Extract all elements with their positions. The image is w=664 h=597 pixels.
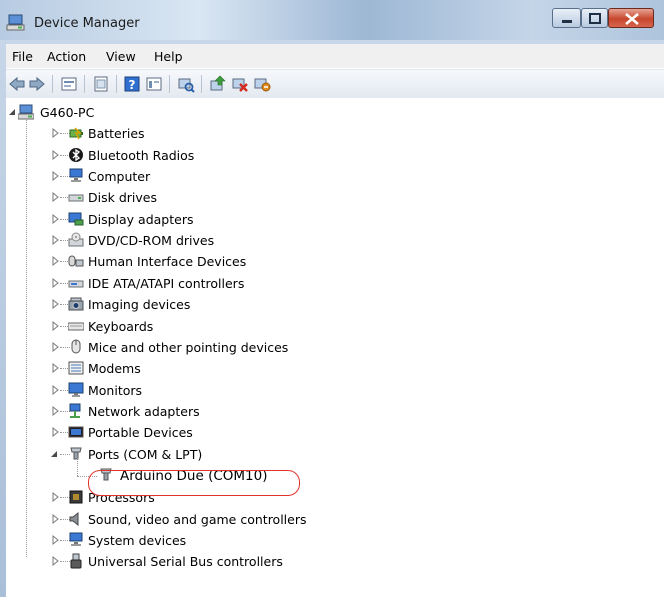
expand-icon[interactable] — [52, 513, 60, 524]
minimize-icon — [562, 20, 572, 23]
network-adapter-icon — [69, 403, 81, 418]
maximize-button[interactable] — [581, 8, 608, 28]
computer-icon — [18, 104, 34, 120]
tree-item-label: IDE ATA/ATAPI controllers — [88, 275, 245, 291]
dvd-drive-icon — [68, 232, 84, 247]
expand-icon[interactable] — [52, 277, 60, 288]
expand-icon[interactable] — [52, 235, 60, 246]
portable-device-icon — [68, 426, 84, 438]
usb-icon — [70, 553, 82, 569]
expand-icon[interactable] — [52, 556, 60, 567]
tree-item-label: DVD/CD-ROM drives — [88, 233, 215, 249]
toolbar-separator — [84, 75, 85, 93]
expand-icon[interactable] — [52, 427, 60, 438]
toolbar-separator — [116, 75, 117, 93]
forward-icon[interactable] — [28, 75, 46, 93]
modem-icon — [68, 361, 84, 375]
tree-item-label: Network adapters — [88, 403, 200, 419]
help-icon[interactable]: ? — [123, 75, 141, 93]
collapse-icon[interactable] — [50, 449, 58, 459]
tree-item-label: Batteries — [88, 126, 145, 142]
expand-icon[interactable] — [52, 384, 60, 395]
expand-icon[interactable] — [52, 341, 60, 352]
maximize-icon — [589, 13, 601, 24]
device-manager-window: Device Manager File Action View Help ? G… — [0, 0, 664, 597]
toolbar: ? — [6, 69, 664, 99]
expand-icon[interactable] — [52, 171, 60, 182]
tree-guide-line — [77, 457, 78, 476]
menu-bar: File Action View Help — [6, 44, 664, 68]
expand-icon[interactable] — [52, 405, 60, 416]
tree-item-label: Mice and other pointing devices — [88, 339, 289, 355]
expand-icon[interactable] — [52, 363, 60, 374]
client-area: File Action View Help ? G460-PC Batteries… — [6, 44, 664, 597]
device-manager-icon — [6, 14, 25, 31]
toolbar-separator — [201, 75, 202, 93]
expand-icon[interactable] — [52, 299, 60, 310]
menu-file[interactable]: File — [12, 49, 33, 64]
back-icon[interactable] — [8, 75, 26, 93]
collapse-icon[interactable] — [8, 107, 16, 117]
toolbar-separator — [52, 75, 53, 93]
system-device-icon — [69, 532, 83, 546]
tree-item-label: Imaging devices — [88, 297, 191, 313]
tree-item-label: Sound, video and game controllers — [88, 511, 307, 527]
device-tree: G460-PC Batteries Bluetooth Radios Computer… — [6, 98, 664, 597]
expand-icon[interactable] — [52, 149, 60, 160]
details-view-icon[interactable] — [145, 75, 163, 93]
expand-icon[interactable] — [52, 492, 60, 503]
menu-help[interactable]: Help — [154, 49, 183, 64]
mouse-icon — [71, 339, 81, 354]
window-title: Device Manager — [34, 16, 140, 31]
disable-device-icon[interactable] — [231, 75, 249, 93]
svg-text:?: ? — [129, 78, 136, 92]
expand-icon[interactable] — [52, 320, 60, 331]
menu-action[interactable]: Action — [47, 49, 86, 64]
tree-guide-line — [26, 120, 27, 557]
sound-icon — [69, 511, 79, 526]
tree-item-label: Disk drives — [88, 190, 157, 206]
properties-view-icon[interactable] — [60, 75, 78, 93]
expand-icon[interactable] — [52, 256, 60, 267]
scan-hardware-icon[interactable] — [177, 75, 195, 93]
tree-item-label: Bluetooth Radios — [88, 147, 195, 163]
uninstall-device-icon[interactable] — [253, 75, 271, 93]
update-driver-icon[interactable] — [209, 75, 227, 93]
tree-item-label: Universal Serial Bus controllers — [88, 554, 283, 570]
expand-icon[interactable] — [52, 128, 60, 139]
imaging-device-icon — [68, 297, 84, 311]
monitor-icon — [68, 382, 84, 397]
tree-root-label: G460-PC — [40, 105, 95, 120]
battery-icon — [69, 127, 83, 140]
computer-icon — [69, 168, 83, 183]
bluetooth-icon — [69, 147, 83, 162]
tree-item-label: Computer — [88, 169, 151, 185]
menu-view[interactable]: View — [106, 49, 136, 64]
show-hide-tree-icon[interactable] — [92, 75, 110, 93]
processor-icon — [69, 490, 83, 504]
close-icon — [625, 13, 639, 25]
tree-item-label: Keyboards — [88, 318, 154, 334]
tree-item-label: System devices — [88, 533, 187, 548]
expand-icon[interactable] — [52, 192, 60, 203]
tree-item-label: Monitors — [88, 382, 143, 398]
port-icon — [70, 447, 82, 460]
tree-item-label: Portable Devices — [88, 425, 193, 441]
tree-item-label: Modems — [88, 361, 141, 377]
toolbar-separator — [169, 75, 170, 93]
minimize-button[interactable] — [552, 8, 581, 28]
tree-item-label: Ports (COM & LPT) — [88, 446, 203, 462]
display-adapter-icon — [68, 212, 84, 226]
title-bar[interactable]: Device Manager — [0, 0, 664, 40]
disk-drive-icon — [68, 194, 84, 202]
close-button[interactable] — [608, 8, 654, 28]
expand-icon[interactable] — [52, 535, 60, 545]
expand-icon[interactable] — [52, 213, 60, 224]
tree-item-label: Human Interface Devices — [88, 254, 247, 270]
tree-item-label: Display adapters — [88, 211, 194, 227]
keyboard-icon — [68, 322, 84, 330]
ide-controller-icon — [68, 280, 84, 288]
hid-icon — [68, 255, 84, 267]
highlight-annotation — [88, 470, 300, 496]
